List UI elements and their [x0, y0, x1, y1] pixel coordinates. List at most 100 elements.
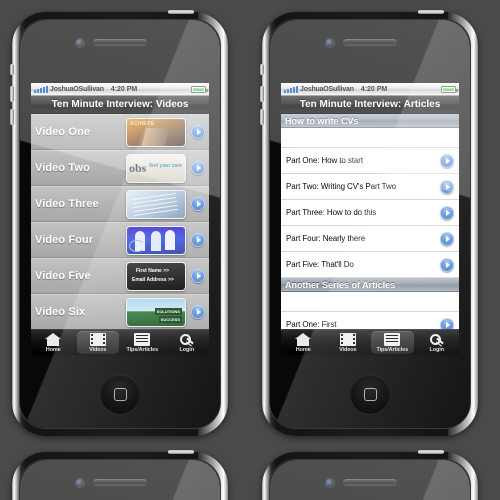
article-title: Part One: How to start: [286, 156, 363, 165]
phone-bezel: JoshuaOSullivan 4:20 PM Ten Minute Inter…: [269, 19, 471, 429]
tab-label: Videos: [89, 346, 107, 353]
tab-videos[interactable]: Videos: [327, 331, 370, 354]
earpiece-speaker: [343, 479, 397, 486]
volume-down-button[interactable]: [260, 109, 264, 125]
list-item[interactable]: Part Four: Nearly there: [281, 226, 459, 252]
disclosure-arrow-icon[interactable]: [191, 305, 205, 319]
ring-switch-button[interactable]: [260, 64, 264, 75]
spacer-row: [281, 128, 459, 148]
video-title: Video Three: [35, 198, 99, 210]
earpiece-speaker: [93, 479, 147, 486]
list-item[interactable]: Part Five: That'll Do: [281, 252, 459, 278]
carrier-label: JoshuaOSullivan: [300, 85, 354, 93]
table-row[interactable]: Video Five: [31, 258, 209, 294]
thumbnail-achieve-road: [126, 117, 186, 147]
section-header: How to write CVs: [281, 114, 459, 128]
table-row[interactable]: Video Six: [31, 294, 209, 329]
earpiece-speaker: [343, 39, 397, 46]
videos-list[interactable]: Video One Video Two Video Three Video Fo…: [31, 114, 209, 329]
tab-label: Home: [295, 346, 311, 353]
power-button[interactable]: [168, 450, 194, 454]
home-button[interactable]: [350, 374, 390, 414]
table-row[interactable]: Video Four: [31, 222, 209, 258]
phone-device-videos: JoshuaOSullivan 4:20 PM Ten Minute Inter…: [10, 10, 228, 436]
power-button[interactable]: [418, 450, 444, 454]
document-icon: [384, 332, 401, 346]
tab-label: Videos: [339, 346, 357, 353]
disclosure-arrow-icon[interactable]: [191, 269, 205, 283]
phone-device-row2-left: [12, 450, 228, 500]
key-icon: [179, 333, 195, 346]
power-button[interactable]: [168, 10, 194, 14]
ring-switch-button[interactable]: [10, 64, 14, 75]
volume-up-button[interactable]: [260, 86, 264, 102]
mockup-stage: JoshuaOSullivan 4:20 PM Ten Minute Inter…: [0, 0, 500, 500]
home-square-icon: [363, 387, 377, 401]
earpiece-speaker: [93, 39, 147, 46]
disclosure-arrow-icon[interactable]: [191, 197, 205, 211]
tab-videos[interactable]: Videos: [76, 331, 119, 354]
article-title: Part Three: How to do this: [286, 208, 377, 217]
table-row[interactable]: Video One: [31, 114, 209, 150]
disclosure-arrow-icon[interactable]: [440, 317, 454, 329]
volume-down-button[interactable]: [10, 109, 14, 125]
list-item[interactable]: Part Two: Writing CV's Part Two: [281, 174, 459, 200]
tab-bar: Home Videos Tips/Articles Login: [281, 329, 459, 355]
front-camera-icon: [326, 39, 334, 47]
disclosure-arrow-icon[interactable]: [440, 153, 454, 168]
thumbnail-success-signpost: [126, 297, 186, 327]
page-title: Ten Minute Interview: Articles: [281, 96, 459, 114]
volume-up-button[interactable]: [10, 86, 14, 102]
phone-device-articles: JoshuaOSullivan 4:20 PM Ten Minute Inter…: [260, 10, 478, 436]
video-title: Video Four: [35, 234, 94, 246]
video-title: Video Six: [35, 306, 86, 318]
home-square-icon: [113, 387, 127, 401]
disclosure-arrow-icon[interactable]: [440, 257, 454, 272]
tab-home[interactable]: Home: [282, 331, 325, 354]
article-title: Part One: First: [286, 320, 337, 329]
clock-label: 4:20 PM: [360, 85, 388, 93]
list-item[interactable]: Part One: First: [281, 312, 459, 329]
tab-label: Home: [45, 346, 61, 353]
home-icon: [45, 332, 62, 346]
phone-bezel: [19, 459, 221, 500]
front-camera-icon: [326, 479, 334, 487]
disclosure-arrow-icon[interactable]: [440, 179, 454, 194]
tab-label: Login: [429, 346, 445, 353]
phone-bezel: JoshuaOSullivan 4:20 PM Ten Minute Inter…: [19, 19, 221, 429]
tab-tips-articles[interactable]: Tips/Articles: [371, 331, 414, 354]
article-title: Part Four: Nearly there: [286, 234, 366, 243]
tab-tips-articles[interactable]: Tips/Articles: [121, 331, 164, 354]
tab-login[interactable]: Login: [166, 331, 209, 354]
disclosure-arrow-icon[interactable]: [191, 125, 205, 139]
spacer-row: [281, 292, 459, 312]
home-button[interactable]: [100, 374, 140, 414]
article-title: Part Two: Writing CV's Part Two: [286, 182, 397, 191]
disclosure-arrow-icon[interactable]: [191, 161, 205, 175]
disclosure-arrow-icon[interactable]: [440, 205, 454, 220]
video-title: Video Five: [35, 270, 91, 282]
status-bar: JoshuaOSullivan 4:20 PM: [31, 83, 209, 96]
phone-bezel: [269, 459, 471, 500]
table-row[interactable]: Video Three: [31, 186, 209, 222]
battery-icon: [191, 85, 208, 93]
disclosure-arrow-icon[interactable]: [191, 233, 205, 247]
thumbnail-document: [126, 189, 186, 219]
tab-label: Login: [179, 346, 195, 353]
video-title: Video Two: [35, 162, 90, 174]
power-button[interactable]: [418, 10, 444, 14]
disclosure-arrow-icon[interactable]: [440, 231, 454, 246]
video-title: Video One: [35, 126, 91, 138]
table-row[interactable]: Video Two: [31, 150, 209, 186]
status-bar: JoshuaOSullivan 4:20 PM: [281, 83, 459, 96]
articles-list[interactable]: How to write CVs Part One: How to start …: [281, 114, 459, 329]
list-item[interactable]: Part One: How to start: [281, 148, 459, 174]
thumbnail-social-media: [126, 225, 186, 255]
film-icon: [339, 332, 356, 346]
list-item[interactable]: Part Three: How to do this: [281, 200, 459, 226]
page-title: Ten Minute Interview: Videos: [31, 96, 209, 114]
tab-home[interactable]: Home: [32, 331, 75, 354]
clock-label: 4:20 PM: [110, 85, 138, 93]
thumbnail-optin-form: [126, 261, 186, 291]
tab-login[interactable]: Login: [416, 331, 459, 354]
